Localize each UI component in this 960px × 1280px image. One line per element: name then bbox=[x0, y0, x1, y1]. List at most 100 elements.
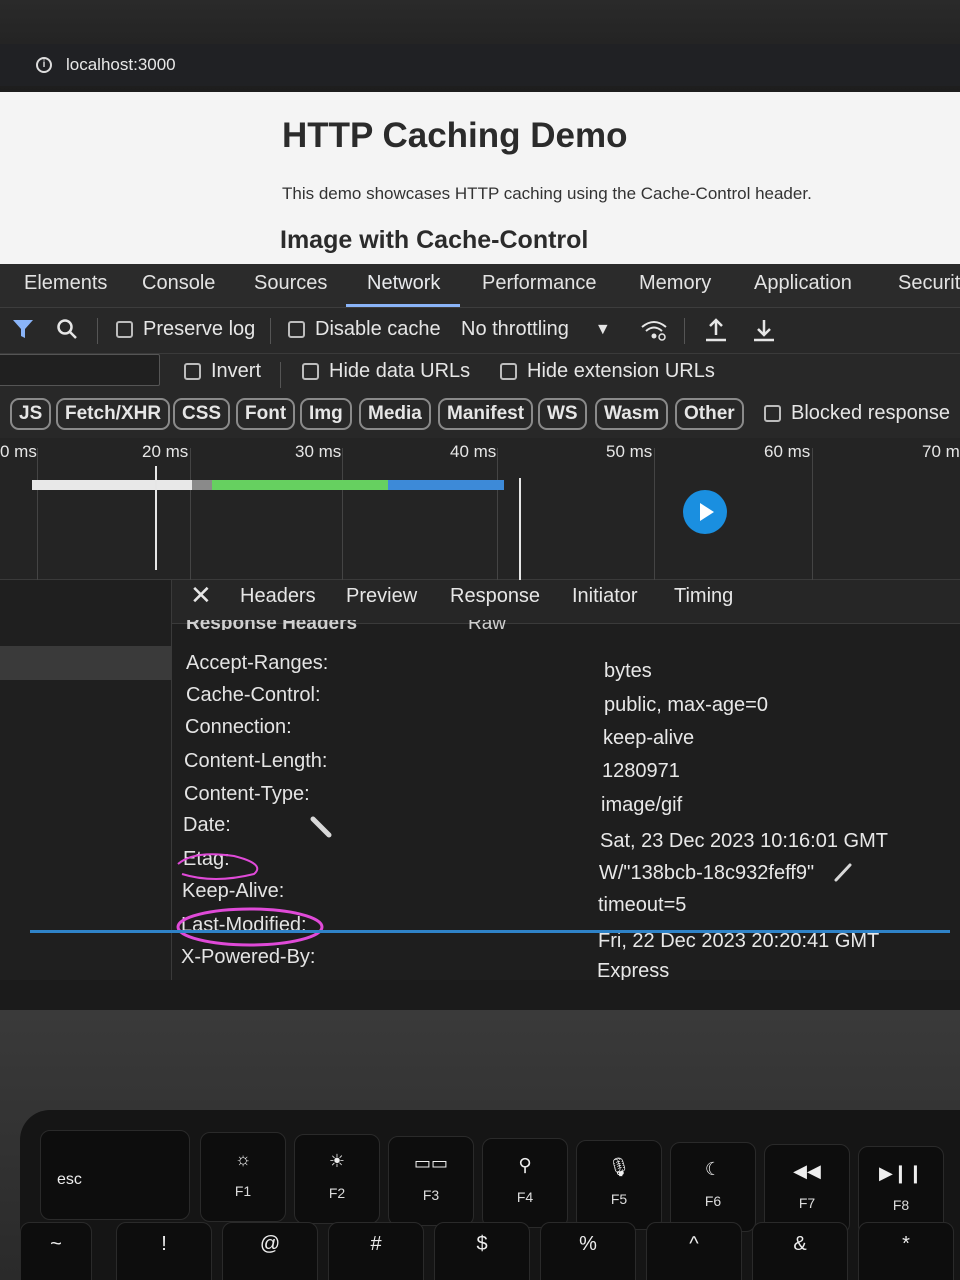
type-filter-img[interactable]: Img bbox=[300, 398, 352, 430]
checkbox-icon[interactable] bbox=[288, 321, 305, 338]
preserve-log-checkbox[interactable]: Preserve log bbox=[116, 318, 255, 341]
web-page: HTTP Caching Demo This demo showcases HT… bbox=[0, 92, 960, 264]
tab-response[interactable]: Response bbox=[450, 585, 540, 608]
ampersand-key[interactable]: & bbox=[752, 1222, 848, 1280]
key-label: F2 bbox=[328, 1185, 346, 1201]
tab-sources[interactable]: Sources bbox=[252, 272, 329, 295]
import-har-icon[interactable] bbox=[704, 317, 728, 348]
search-icon: ⚲ bbox=[518, 1155, 532, 1175]
url-text[interactable]: localhost:3000 bbox=[66, 55, 176, 75]
header-name: Content-Type: bbox=[184, 783, 310, 805]
network-conditions-icon[interactable] bbox=[640, 318, 668, 347]
blocked-responses-checkbox[interactable]: Blocked response bbox=[764, 402, 950, 425]
exclamation-key[interactable]: ! bbox=[116, 1222, 212, 1280]
hide-extension-urls-checkbox[interactable]: Hide extension URLs bbox=[500, 360, 715, 383]
annotation-circle bbox=[176, 907, 324, 947]
header-name: Cache-Control: bbox=[186, 684, 321, 706]
key-label: F3 bbox=[422, 1187, 440, 1203]
timeline-gridline bbox=[37, 448, 38, 580]
checkbox-icon[interactable] bbox=[116, 321, 133, 338]
filter-icon[interactable] bbox=[12, 318, 34, 345]
type-filter-fetch-xhr[interactable]: Fetch/XHR bbox=[56, 398, 171, 430]
percent-key[interactable]: % bbox=[540, 1222, 636, 1280]
type-filter-wasm[interactable]: Wasm bbox=[595, 398, 669, 430]
asterisk-key[interactable]: * bbox=[858, 1222, 954, 1280]
tab-security[interactable]: Securit bbox=[896, 272, 960, 295]
mission-control-icon: ▭▭ bbox=[413, 1153, 448, 1173]
raw-toggle[interactable]: Raw bbox=[468, 620, 506, 630]
header-name: Content-Length: bbox=[184, 750, 328, 772]
tab-application[interactable]: Application bbox=[752, 272, 854, 295]
close-icon[interactable]: ✕ bbox=[190, 580, 212, 611]
f4-key[interactable]: ⚲ F4 bbox=[482, 1138, 568, 1228]
invert-label: Invert bbox=[211, 360, 262, 382]
timeline-tick: 0 ms bbox=[0, 442, 37, 461]
f1-key[interactable]: ☼ F1 bbox=[200, 1132, 286, 1222]
throttling-value: No throttling bbox=[461, 318, 569, 340]
response-headers-section[interactable]: Response Headers bbox=[186, 620, 357, 630]
timeline-tick: 20 ms bbox=[142, 442, 189, 461]
dollar-key[interactable]: $ bbox=[434, 1222, 530, 1280]
tab-preview[interactable]: Preview bbox=[346, 585, 417, 608]
tilde-key[interactable]: ~ bbox=[20, 1222, 92, 1280]
info-icon[interactable]: i bbox=[36, 57, 52, 73]
tab-initiator[interactable]: Initiator bbox=[572, 585, 638, 608]
type-filter-manifest[interactable]: Manifest bbox=[438, 398, 534, 430]
tab-memory[interactable]: Memory bbox=[637, 272, 713, 295]
export-har-icon[interactable] bbox=[752, 317, 776, 348]
network-overview-timeline[interactable]: 0 ms 20 ms 30 ms 40 ms 50 ms 60 ms 70 m bbox=[0, 438, 960, 580]
type-filter-font[interactable]: Font bbox=[236, 398, 296, 430]
tab-network[interactable]: Network bbox=[365, 272, 442, 295]
hide-extension-urls-label: Hide extension URLs bbox=[527, 360, 715, 382]
filter-bar: Invert Hide data URLs Hide extension URL… bbox=[0, 354, 960, 398]
checkbox-icon[interactable] bbox=[764, 405, 781, 422]
pencil-icon bbox=[310, 816, 334, 845]
throttling-select[interactable]: No throttling ▼ bbox=[461, 318, 611, 341]
at-key[interactable]: @ bbox=[222, 1222, 318, 1280]
checkbox-icon[interactable] bbox=[302, 363, 319, 380]
filter-input[interactable] bbox=[0, 354, 160, 386]
type-filter-js[interactable]: JS bbox=[10, 398, 52, 430]
header-value: timeout=5 bbox=[598, 894, 687, 916]
hash-key[interactable]: # bbox=[328, 1222, 424, 1280]
header-name: Connection: bbox=[185, 716, 292, 738]
f5-key[interactable]: 🎙 F5 bbox=[576, 1140, 662, 1230]
tab-headers[interactable]: Headers bbox=[240, 585, 316, 608]
checkbox-icon[interactable] bbox=[500, 363, 517, 380]
play-pause-icon: ▶❙❙ bbox=[878, 1163, 923, 1183]
tab-performance[interactable]: Performance bbox=[480, 272, 599, 295]
timing-bar-queue bbox=[192, 480, 212, 490]
key-label: F8 bbox=[892, 1197, 910, 1213]
type-filter-css[interactable]: CSS bbox=[173, 398, 231, 430]
invert-checkbox[interactable]: Invert bbox=[184, 360, 261, 383]
header-value: Fri, 22 Dec 2023 20:20:41 GMT bbox=[598, 930, 880, 952]
search-icon[interactable] bbox=[56, 318, 78, 345]
type-filter-media[interactable]: Media bbox=[359, 398, 431, 430]
type-filter-other[interactable]: Other bbox=[675, 398, 744, 430]
type-filter-ws[interactable]: WS bbox=[538, 398, 587, 430]
f3-key[interactable]: ▭▭ F3 bbox=[388, 1136, 474, 1226]
tab-elements[interactable]: Elements bbox=[22, 272, 109, 295]
rewind-icon: ◀◀ bbox=[793, 1161, 821, 1181]
selected-request-row[interactable] bbox=[0, 646, 172, 680]
devtools-tab-bar: Elements Console Sources Network Perform… bbox=[0, 264, 960, 308]
toolbar-divider bbox=[684, 318, 685, 344]
f7-key[interactable]: ◀◀ F7 bbox=[764, 1144, 850, 1234]
page-description: This demo showcases HTTP caching using t… bbox=[282, 184, 812, 203]
f6-key[interactable]: ☾ F6 bbox=[670, 1142, 756, 1232]
tab-console[interactable]: Console bbox=[140, 272, 217, 295]
address-bar[interactable]: i localhost:3000 bbox=[0, 44, 960, 86]
checkbox-icon[interactable] bbox=[184, 363, 201, 380]
esc-key[interactable]: esc bbox=[40, 1130, 190, 1220]
brightness-down-icon: ☼ bbox=[234, 1149, 252, 1169]
tab-timing[interactable]: Timing bbox=[674, 585, 733, 608]
disable-cache-checkbox[interactable]: Disable cache bbox=[288, 318, 441, 341]
request-list bbox=[0, 580, 172, 980]
f2-key[interactable]: ☀ F2 bbox=[294, 1134, 380, 1224]
dom-content-loaded-marker bbox=[155, 466, 157, 570]
caret-key[interactable]: ^ bbox=[646, 1222, 742, 1280]
play-button-icon[interactable] bbox=[683, 490, 727, 534]
blocked-responses-label: Blocked response bbox=[791, 402, 950, 424]
hide-data-urls-checkbox[interactable]: Hide data URLs bbox=[302, 360, 470, 383]
header-value: 1280971 bbox=[602, 760, 680, 782]
